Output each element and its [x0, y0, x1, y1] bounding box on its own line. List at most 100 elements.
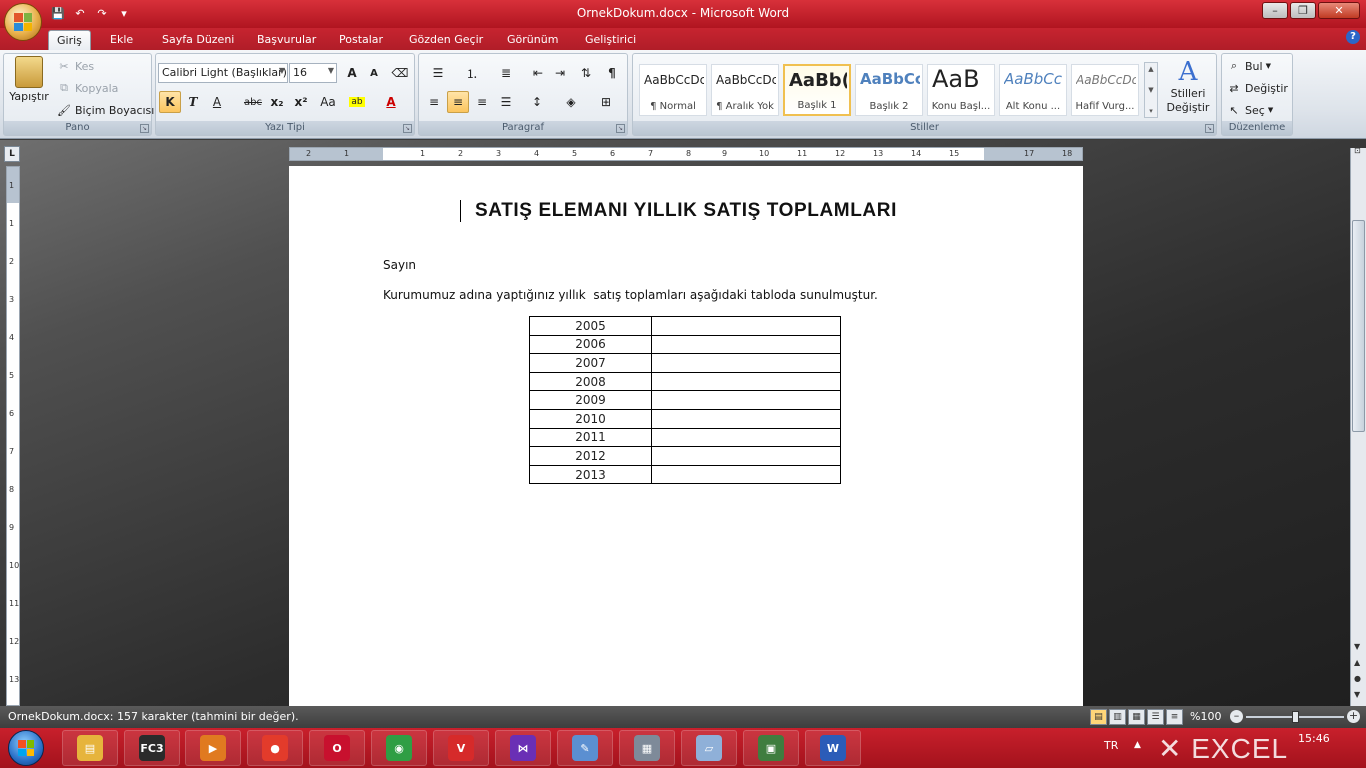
- shrink-font-button[interactable]: A: [363, 62, 385, 84]
- year-cell[interactable]: 2006: [529, 334, 652, 355]
- align-left-icon[interactable]: ≡: [423, 91, 445, 113]
- zoom-slider[interactable]: – +: [1230, 709, 1360, 725]
- sales-table[interactable]: 2005 2006 2007 2008 2009 2010 2011 2012 2013: [529, 316, 841, 485]
- tab-giris[interactable]: Giriş: [48, 30, 91, 50]
- line-spacing-icon[interactable]: ↕: [523, 91, 551, 113]
- change-styles-button[interactable]: A Stilleri Değiştir: [1161, 58, 1215, 114]
- language-indicator[interactable]: TR: [1104, 739, 1118, 752]
- style-title[interactable]: AaB Konu Başl...: [927, 64, 995, 116]
- sales-value-cell[interactable]: [651, 316, 841, 336]
- styles-gallery-scroll[interactable]: ▲ ▼ ▾: [1144, 62, 1158, 118]
- sales-value-cell[interactable]: [651, 446, 841, 466]
- styles-launcher-icon[interactable]: ↘: [1205, 124, 1214, 133]
- highlight-icon[interactable]: ab: [346, 91, 368, 113]
- help-icon[interactable]: ?: [1346, 30, 1360, 44]
- zoom-in-button[interactable]: +: [1347, 710, 1360, 723]
- style-normal[interactable]: AaBbCcDc ¶ Normal: [639, 64, 707, 116]
- tab-gorunum[interactable]: Görünüm: [499, 30, 566, 50]
- sort-icon[interactable]: ⇅: [575, 62, 597, 84]
- font-name-combo[interactable]: Calibri Light (Başlıklar) ▼: [158, 63, 288, 83]
- underline-button[interactable]: A: [206, 91, 228, 113]
- clock[interactable]: 15:46: [1298, 732, 1330, 745]
- vertical-ruler[interactable]: 1 1 2 3 4 5 6 7 8 9 10 11 12 13: [6, 166, 20, 706]
- previous-page-icon[interactable]: ▲: [1354, 658, 1360, 667]
- taskbar-app-visual-studio[interactable]: ⋈: [495, 730, 551, 766]
- draft-icon[interactable]: ≡: [1166, 709, 1183, 725]
- cut-button[interactable]: ✂ Kes: [56, 58, 94, 74]
- salutation-text[interactable]: Sayın: [383, 258, 416, 272]
- year-cell[interactable]: 2005: [529, 316, 652, 336]
- zoom-level[interactable]: %100: [1190, 710, 1221, 723]
- bullets-icon[interactable]: ☰: [423, 62, 453, 84]
- taskbar-app-paint[interactable]: ✎: [557, 730, 613, 766]
- document-title[interactable]: SATIŞ ELEMANI YILLIK SATIŞ TOPLAMLARI: [289, 200, 1083, 222]
- tab-ekle[interactable]: Ekle: [102, 30, 141, 50]
- close-button[interactable]: ✕: [1318, 2, 1360, 19]
- format-painter-button[interactable]: 🖌 Biçim Boyacısı: [56, 102, 154, 118]
- tab-basvurular[interactable]: Başvurular: [249, 30, 324, 50]
- web-layout-icon[interactable]: ▦: [1128, 709, 1145, 725]
- year-cell[interactable]: 2010: [529, 408, 652, 429]
- sales-value-cell[interactable]: [651, 408, 841, 429]
- change-case-button[interactable]: Aa: [314, 91, 342, 113]
- grow-font-button[interactable]: A: [341, 62, 363, 84]
- replace-button[interactable]: ⇄ Değiştir: [1226, 80, 1288, 96]
- browse-object-icon[interactable]: ●: [1354, 674, 1361, 683]
- font-color-icon[interactable]: A: [380, 91, 402, 113]
- italic-button[interactable]: T: [182, 91, 204, 113]
- sales-value-cell[interactable]: [651, 390, 841, 410]
- clipboard-launcher-icon[interactable]: ↘: [140, 124, 149, 133]
- year-cell[interactable]: 2009: [529, 390, 652, 410]
- tab-gelistirici[interactable]: Geliştirici: [577, 30, 644, 50]
- justify-icon[interactable]: ☰: [495, 91, 517, 113]
- show-hidden-icons-icon[interactable]: ▲: [1134, 740, 1141, 750]
- year-cell[interactable]: 2011: [529, 427, 652, 448]
- taskbar-app-app-red[interactable]: ●: [247, 730, 303, 766]
- taskbar-app-remote-desktop[interactable]: ▣: [743, 730, 799, 766]
- sales-value-cell[interactable]: [651, 353, 841, 373]
- taskbar-app-word[interactable]: W: [805, 730, 861, 766]
- chevron-down-icon[interactable]: ▼: [1148, 86, 1153, 94]
- chevron-down-icon[interactable]: ▼: [1354, 642, 1360, 651]
- sales-value-cell[interactable]: [651, 334, 841, 355]
- paste-button[interactable]: Yapıştır: [8, 56, 50, 118]
- strikethrough-button[interactable]: abc: [240, 91, 266, 113]
- horizontal-ruler[interactable]: 2 1 1 2 3 4 5 6 7 8 9 10 11 12 13 14 15 …: [289, 147, 1083, 161]
- ruler-toggle-icon[interactable]: ⊡: [1354, 146, 1361, 155]
- year-cell[interactable]: 2008: [529, 371, 652, 392]
- year-cell[interactable]: 2013: [529, 464, 652, 485]
- taskbar-app-fc3[interactable]: FC3: [124, 730, 180, 766]
- show-formatting-button[interactable]: ¶: [601, 62, 623, 84]
- full-screen-reading-icon[interactable]: ▥: [1109, 709, 1126, 725]
- tab-sayfa-duzeni[interactable]: Sayfa Düzeni: [154, 30, 242, 50]
- year-cell[interactable]: 2007: [529, 353, 652, 373]
- taskbar-app-media-player[interactable]: ▶: [185, 730, 241, 766]
- outline-icon[interactable]: ☰: [1147, 709, 1164, 725]
- taskbar-app-vivaldi[interactable]: V: [433, 730, 489, 766]
- paragraph-launcher-icon[interactable]: ↘: [616, 124, 625, 133]
- start-button[interactable]: [8, 730, 44, 766]
- maximize-button[interactable]: ❐: [1290, 2, 1316, 19]
- style-no-spacing[interactable]: AaBbCcDc ¶ Aralık Yok: [711, 64, 779, 116]
- select-button[interactable]: ↖ Seç ▼: [1226, 102, 1273, 118]
- next-page-icon[interactable]: ▼: [1354, 690, 1360, 699]
- font-launcher-icon[interactable]: ↘: [403, 124, 412, 133]
- multilevel-list-icon[interactable]: ≣: [491, 62, 521, 84]
- taskbar-app-calculator[interactable]: ▦: [619, 730, 675, 766]
- superscript-button[interactable]: x²: [290, 91, 312, 113]
- tab-gozden-gecir[interactable]: Gözden Geçir: [401, 30, 491, 50]
- body-text[interactable]: Kurumumuz adına yaptığınız yıllık satış …: [383, 288, 878, 302]
- sales-value-cell[interactable]: [651, 371, 841, 392]
- sales-value-cell[interactable]: [651, 464, 841, 485]
- chevron-up-icon[interactable]: ▲: [1148, 65, 1153, 73]
- borders-icon[interactable]: ⊞: [591, 91, 621, 113]
- style-heading-2[interactable]: AaBbCc Başlık 2: [855, 64, 923, 116]
- numbering-icon[interactable]: ⒈: [457, 62, 487, 84]
- print-layout-icon[interactable]: ▤: [1090, 709, 1107, 725]
- tab-selector[interactable]: L: [4, 146, 20, 162]
- find-button[interactable]: ⌕ Bul ▼: [1226, 58, 1271, 74]
- minimize-button[interactable]: –: [1262, 2, 1288, 19]
- shading-icon[interactable]: ◈: [557, 91, 585, 113]
- subscript-button[interactable]: x₂: [266, 91, 288, 113]
- sales-value-cell[interactable]: [651, 427, 841, 448]
